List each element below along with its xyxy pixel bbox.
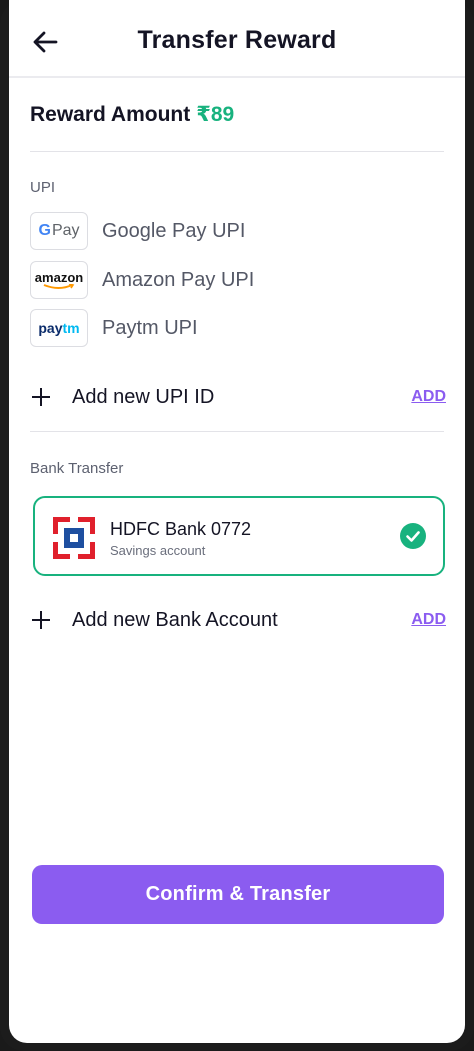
reward-amount-value: ₹89 (196, 103, 235, 126)
hdfc-logo (53, 517, 95, 559)
paytm-logo-text-a: pay (38, 320, 63, 336)
upi-option-label: Paytm UPI (102, 316, 198, 339)
divider (30, 151, 444, 152)
add-upi-label: Add new UPI ID (72, 385, 215, 408)
google-g-mark: G (38, 222, 51, 239)
add-bank-row[interactable]: Add new Bank Account ADD (30, 605, 446, 635)
bank-account-card-selected[interactable]: HDFC Bank 0772 Savings account (33, 496, 445, 576)
upi-option-paytm[interactable]: pay tm Paytm UPI (30, 308, 330, 348)
paytm-logo: pay tm (30, 309, 88, 347)
plus-icon[interactable] (30, 609, 52, 631)
amazon-logo: amazon (30, 261, 88, 299)
add-bank-label: Add new Bank Account (72, 608, 278, 631)
paytm-logo-text-b: tm (62, 320, 80, 336)
amazon-smile-icon (43, 283, 75, 289)
add-upi-button[interactable]: ADD (411, 388, 446, 406)
upi-option-google-pay[interactable]: G Pay Google Pay UPI (30, 211, 330, 251)
confirm-transfer-button[interactable]: Confirm & Transfer (32, 865, 444, 924)
bank-name: HDFC Bank 0772 (110, 519, 252, 539)
check-circle-icon (400, 523, 426, 549)
amazon-logo-text: amazon (34, 269, 84, 285)
upi-option-label: Amazon Pay UPI (102, 268, 255, 291)
upi-option-label: Google Pay UPI (102, 219, 246, 242)
transfer-reward-screen: Transfer Reward Reward Amount ₹89 UPI G Pa… (9, 0, 465, 1043)
google-pay-logo: G Pay (30, 212, 88, 250)
page-title: Transfer Reward (137, 26, 337, 54)
bank-account-type: Savings account (110, 543, 206, 558)
add-upi-row[interactable]: Add new UPI ID ADD (30, 382, 446, 412)
reward-amount-label: Reward Amount (30, 103, 191, 126)
app-header: Transfer Reward (9, 0, 465, 78)
upi-section-label: UPI (30, 179, 56, 196)
reward-amount-row: Reward Amount ₹89 (30, 102, 234, 127)
divider (30, 431, 444, 432)
google-pay-logo-text: Pay (51, 222, 80, 239)
plus-icon[interactable] (30, 386, 52, 408)
upi-option-amazon-pay[interactable]: amazon Amazon Pay UPI (30, 260, 330, 300)
add-bank-button[interactable]: ADD (411, 611, 446, 629)
device-frame: Transfer Reward Reward Amount ₹89 UPI G Pa… (0, 0, 474, 1051)
bank-section-label: Bank Transfer (30, 460, 124, 477)
